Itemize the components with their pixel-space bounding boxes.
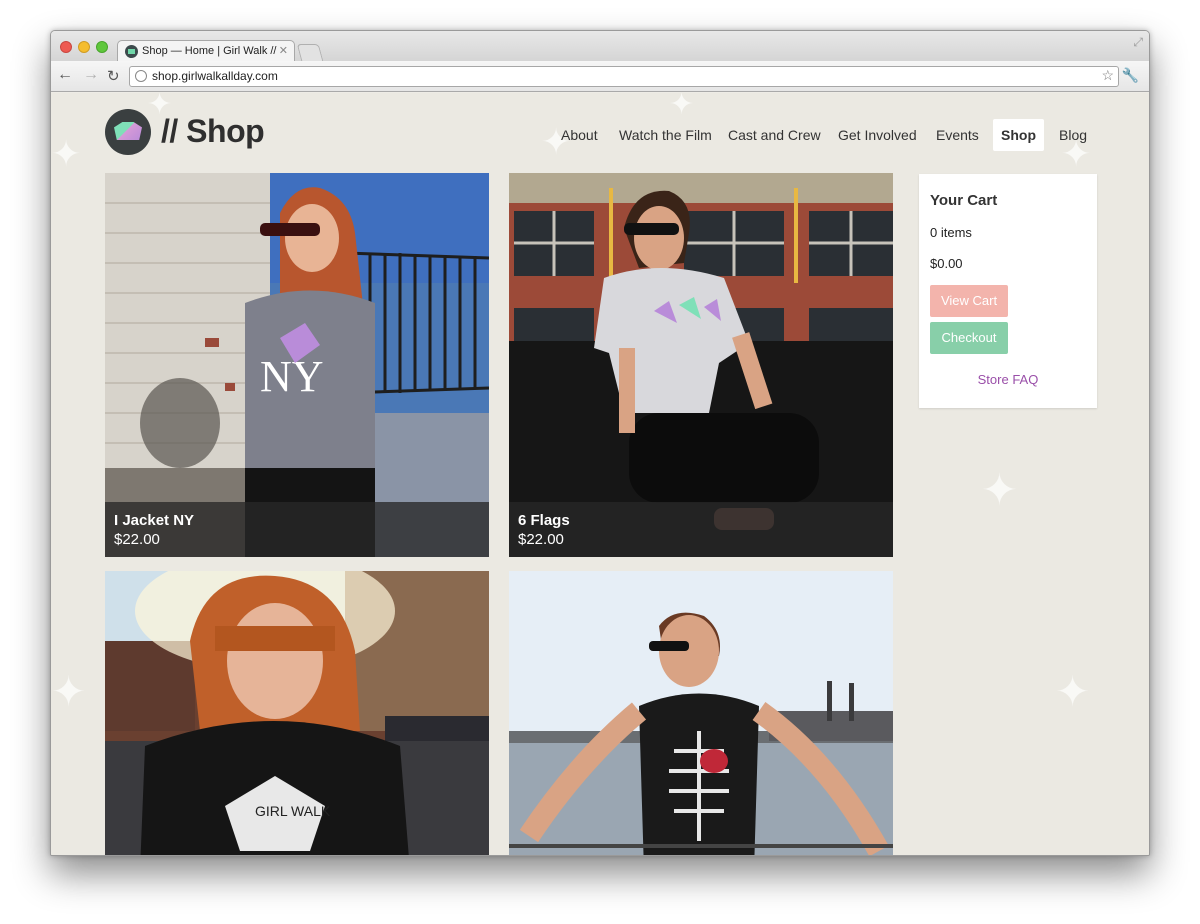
svg-text:NY: NY (260, 352, 324, 401)
reload-icon[interactable]: ↻ (107, 67, 120, 85)
product-price: $22.00 (114, 531, 160, 548)
product-price: $22.00 (518, 531, 564, 548)
browser-window: Shop — Home | Girl Walk // ✕ ⤢ ← → ↻ sho… (50, 30, 1150, 856)
site-logo[interactable] (105, 109, 151, 155)
product-caption: 6 Flags $22.00 (509, 502, 893, 557)
back-arrow-icon[interactable]: ← (57, 66, 73, 84)
jacket-logo-icon (114, 122, 142, 140)
svg-text:GIRL WALK: GIRL WALK (255, 803, 331, 819)
nav-item-get-involved[interactable]: Get Involved (830, 119, 925, 151)
browser-titlebar: Shop — Home | Girl Walk // ✕ ⤢ (51, 31, 1149, 62)
view-cart-button[interactable]: View Cart (930, 285, 1008, 317)
minimize-window-icon[interactable] (78, 41, 90, 53)
web-page: ✦ ✦ ✦ ✦ ✦ ✦ ✦ ✦ // Shop About Watch the … (51, 93, 1149, 855)
zoom-window-icon[interactable] (96, 41, 108, 53)
nav-item-about[interactable]: About (553, 119, 606, 151)
forward-arrow-icon[interactable]: → (83, 66, 99, 84)
bookmark-star-icon[interactable]: ☆ (1101, 66, 1114, 85)
product-photo (509, 571, 893, 855)
product-photo: GIRL WALK (105, 571, 489, 855)
browser-toolbar: ← → ↻ shop.girlwalkallday.com ☆ 🔧 (51, 61, 1149, 92)
dancer-silhouette-icon: ✦ (51, 668, 87, 715)
nav-item-shop[interactable]: Shop (993, 119, 1044, 151)
product-card[interactable]: 6 Flags $22.00 (509, 173, 893, 557)
nav-item-cast-and-crew[interactable]: Cast and Crew (720, 119, 829, 151)
product-card[interactable]: NY I Jacket NY $22.00 (105, 173, 489, 557)
globe-icon (135, 70, 147, 82)
product-card[interactable] (509, 571, 893, 855)
cart-title: Your Cart (930, 192, 998, 209)
dancer-silhouette-icon: ✦ (51, 133, 82, 174)
product-name[interactable]: I Jacket NY (114, 511, 480, 530)
address-bar[interactable]: shop.girlwalkallday.com ☆ (129, 66, 1119, 87)
dancer-silhouette-icon: ✦ (669, 93, 695, 121)
cart-item-count: 0 items (930, 225, 972, 240)
close-window-icon[interactable] (60, 41, 72, 53)
site-favicon-icon (125, 45, 138, 58)
tab-title: Shop — Home | Girl Walk // (142, 45, 277, 57)
store-faq-link[interactable]: Store FAQ (930, 372, 1086, 387)
dancer-silhouette-icon: ✦ (981, 466, 1018, 515)
product-photo (509, 173, 893, 557)
nav-item-blog[interactable]: Blog (1051, 119, 1095, 151)
browser-tab[interactable]: Shop — Home | Girl Walk // ✕ (117, 40, 295, 62)
checkout-button[interactable]: Checkout (930, 322, 1008, 354)
cart-total: $0.00 (930, 256, 963, 271)
product-photo: NY (105, 173, 489, 557)
cart-panel: Your Cart 0 items $0.00 View Cart Checko… (919, 174, 1097, 408)
address-url: shop.girlwalkallday.com (152, 69, 278, 83)
new-tab-button[interactable] (296, 44, 324, 61)
nav-item-events[interactable]: Events (928, 119, 987, 151)
product-card[interactable]: GIRL WALK (105, 571, 489, 855)
product-name[interactable]: 6 Flags (518, 511, 884, 530)
page-title[interactable]: // Shop (161, 113, 265, 150)
tab-close-icon[interactable]: ✕ (279, 41, 288, 61)
fullscreen-icon[interactable]: ⤢ (1133, 35, 1143, 50)
nav-item-watch-the-film[interactable]: Watch the Film (611, 119, 720, 151)
wrench-icon[interactable]: 🔧 (1122, 67, 1139, 84)
dancer-silhouette-icon: ✦ (1055, 668, 1091, 715)
product-caption: I Jacket NY $22.00 (105, 502, 489, 557)
